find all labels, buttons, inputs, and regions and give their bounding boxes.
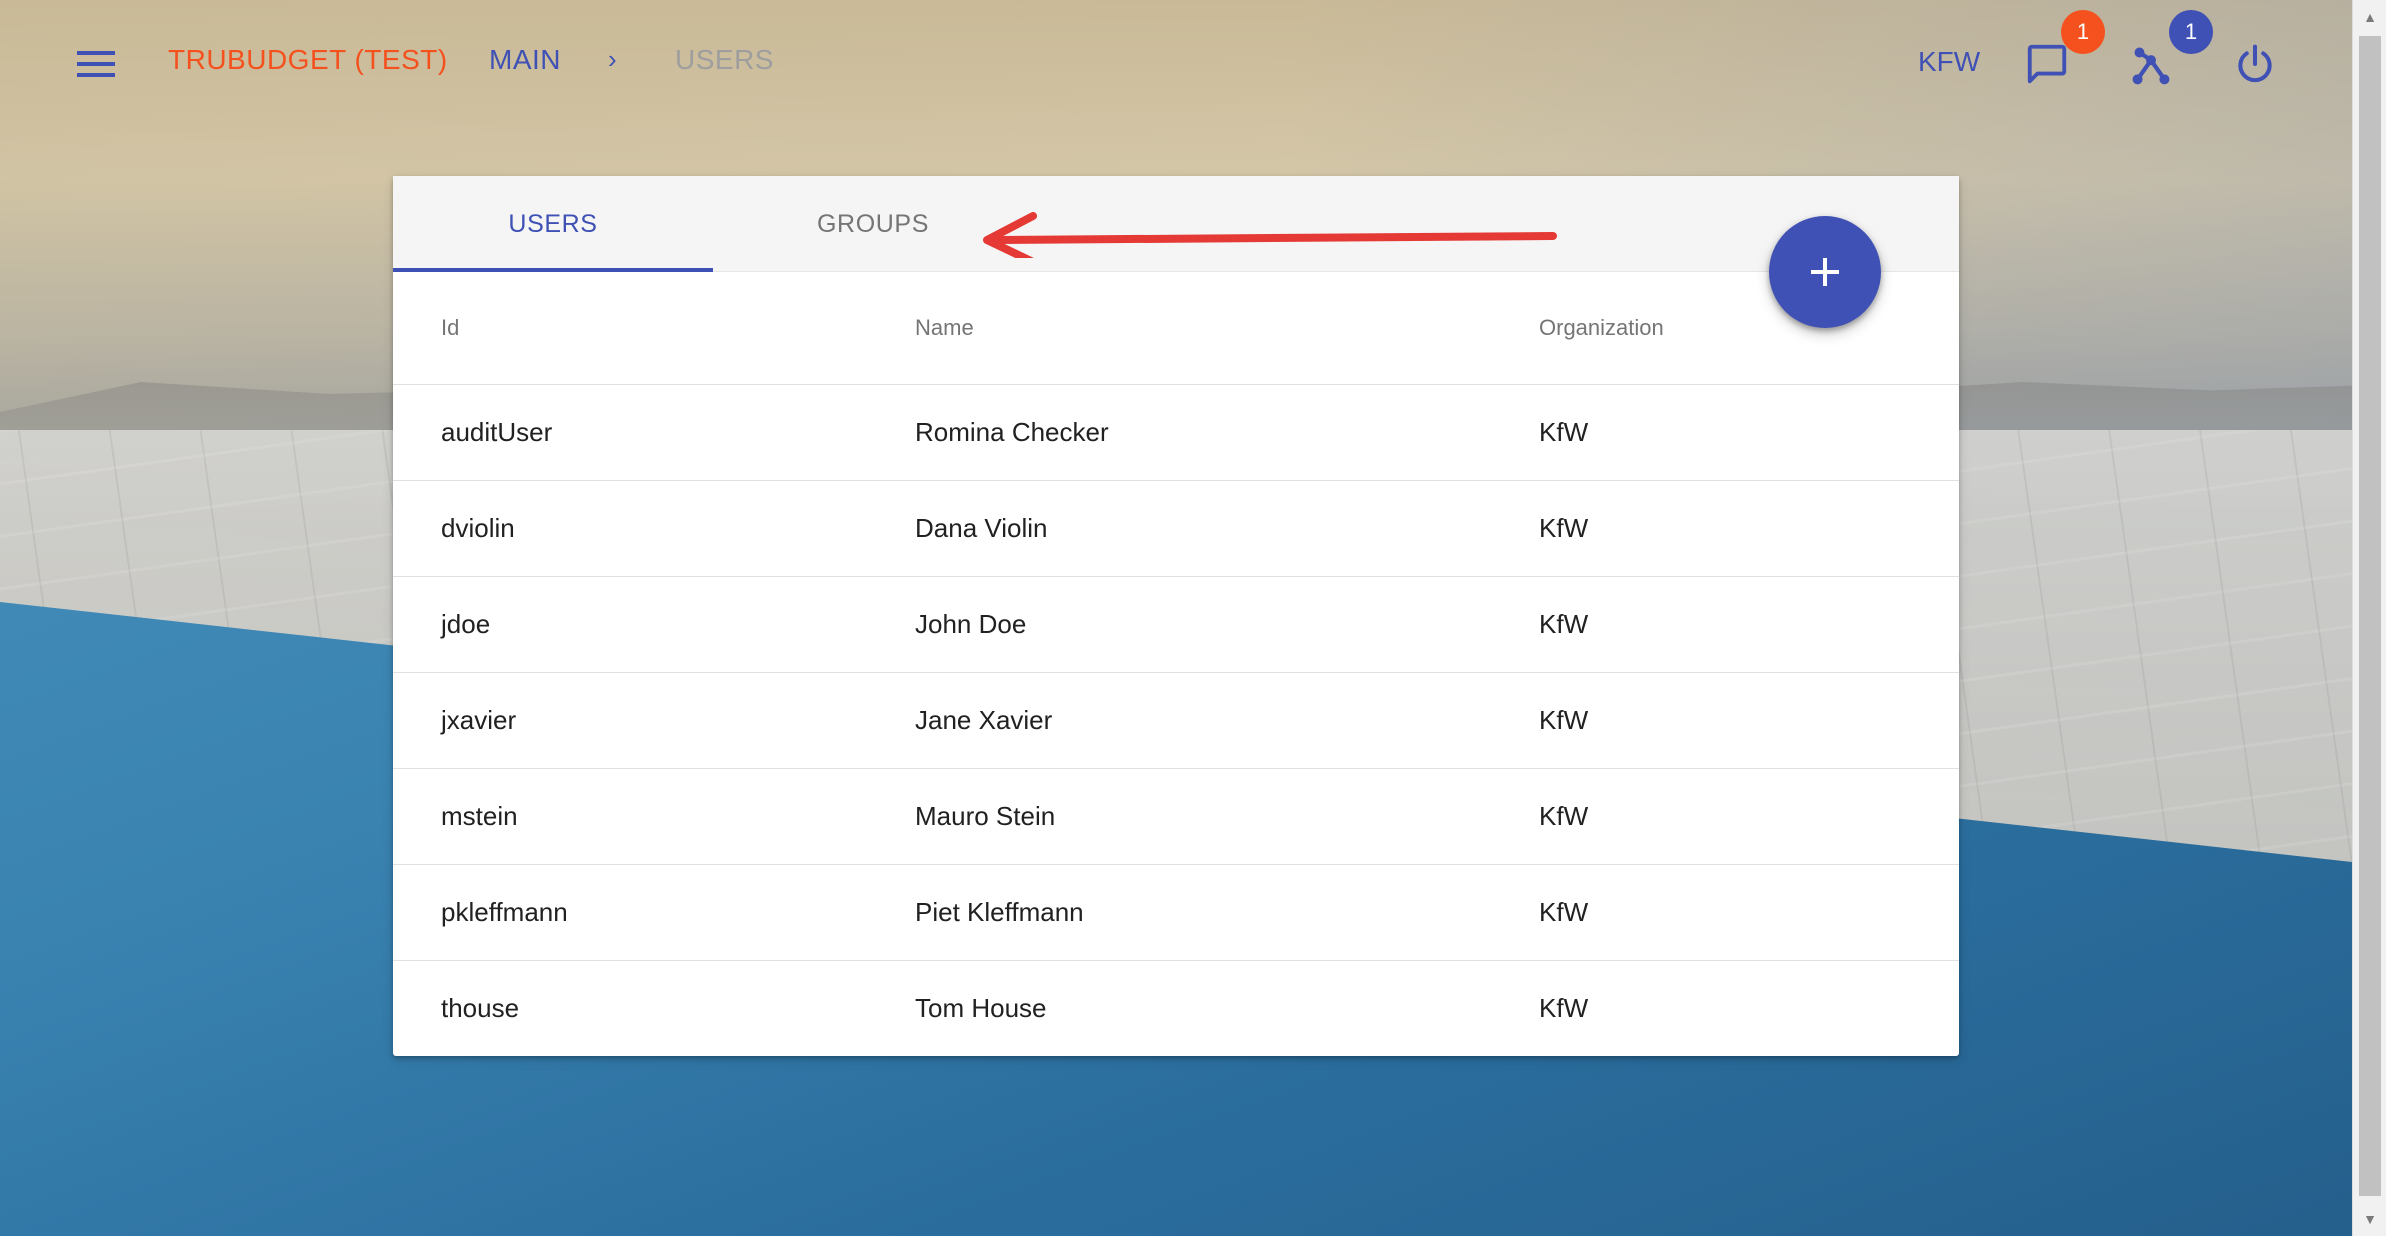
breadcrumb-separator: ›: [608, 44, 617, 74]
cell-organization: KfW: [1539, 864, 1959, 961]
cell-name: Piet Kleffmann: [915, 864, 1539, 961]
scrollbar-thumb[interactable]: [2359, 36, 2381, 1196]
active-tab-indicator: [393, 268, 713, 272]
annotation-arrow-icon: [983, 212, 1557, 258]
cell-organization: KfW: [1539, 480, 1959, 577]
cell-id: pkleffmann: [393, 864, 915, 961]
organization-label: KFW: [1918, 46, 1981, 77]
tab-bar: USERS GROUPS: [393, 176, 1959, 328]
cell-name: Mauro Stein: [915, 768, 1539, 865]
column-header-name[interactable]: Name: [915, 272, 1539, 385]
cell-organization: KfW: [1539, 768, 1959, 865]
page-scrollbar[interactable]: ▲ ▼: [2352, 0, 2386, 1236]
notifications-button[interactable]: 1: [2015, 10, 2105, 96]
network-icon: [2132, 47, 2170, 85]
table-row[interactable]: pkleffmann Piet Kleffmann KfW: [393, 864, 1959, 961]
table-row[interactable]: mstein Mauro Stein KfW: [393, 768, 1959, 865]
table-row[interactable]: dviolin Dana Violin KfW: [393, 480, 1959, 577]
cell-id: dviolin: [393, 480, 915, 577]
scroll-up-arrow-icon[interactable]: ▲: [2353, 0, 2386, 34]
breadcrumb-current: USERS: [675, 44, 774, 75]
top-app-bar: TRUBUDGET (TEST) MAIN › USERS KFW 1 1: [0, 0, 2352, 128]
logout-button[interactable]: [2223, 32, 2287, 96]
cell-name: Romina Checker: [915, 384, 1539, 481]
scroll-down-arrow-icon[interactable]: ▼: [2353, 1202, 2386, 1236]
cell-id: jxavier: [393, 672, 915, 769]
cell-organization: KfW: [1539, 576, 1959, 673]
column-header-organization[interactable]: Organization: [1539, 272, 1959, 385]
notifications-badge: 1: [2061, 10, 2105, 54]
cell-organization: KfW: [1539, 672, 1959, 769]
add-user-button[interactable]: [1769, 216, 1881, 328]
cell-id: thouse: [441, 992, 520, 1023]
table-row[interactable]: auditUser Romina Checker KfW: [393, 384, 1959, 481]
column-header-id[interactable]: Id: [393, 272, 915, 385]
table-row[interactable]: thouse Tom House KfW: [393, 960, 1959, 1056]
cell-name: Jane Xavier: [915, 672, 1539, 769]
plus-icon: [1811, 258, 1839, 286]
cell-id: jdoe: [393, 576, 915, 673]
menu-button[interactable]: [72, 40, 120, 88]
app-title: TRUBUDGET (TEST): [168, 44, 448, 75]
table-header-row: Id Name Organization: [393, 272, 1959, 385]
cell-id: auditUser: [393, 384, 915, 481]
network-badge: 1: [2169, 10, 2213, 54]
breadcrumb-main[interactable]: MAIN: [489, 44, 561, 76]
cell-name: John Doe: [915, 576, 1539, 673]
network-button[interactable]: 1: [2119, 10, 2213, 96]
table-row[interactable]: jxavier Jane Xavier KfW: [393, 672, 1959, 769]
table-row[interactable]: jdoe John Doe KfW: [393, 576, 1959, 673]
users-card: USERS GROUPS Id Name Organization auditU…: [393, 176, 1959, 1056]
cell-name: Tom House: [915, 992, 1047, 1023]
tab-users[interactable]: USERS: [393, 176, 713, 272]
users-table: Id Name Organization auditUser Romina Ch…: [393, 272, 1959, 1056]
menu-icon: [77, 51, 115, 77]
power-icon: [2238, 44, 2272, 83]
cell-id: mstein: [393, 768, 915, 865]
cell-organization: KfW: [1539, 992, 1589, 1023]
cell-organization: KfW: [1539, 384, 1959, 481]
chat-bubble-icon: [2027, 44, 2067, 84]
cell-name: Dana Violin: [915, 480, 1539, 577]
